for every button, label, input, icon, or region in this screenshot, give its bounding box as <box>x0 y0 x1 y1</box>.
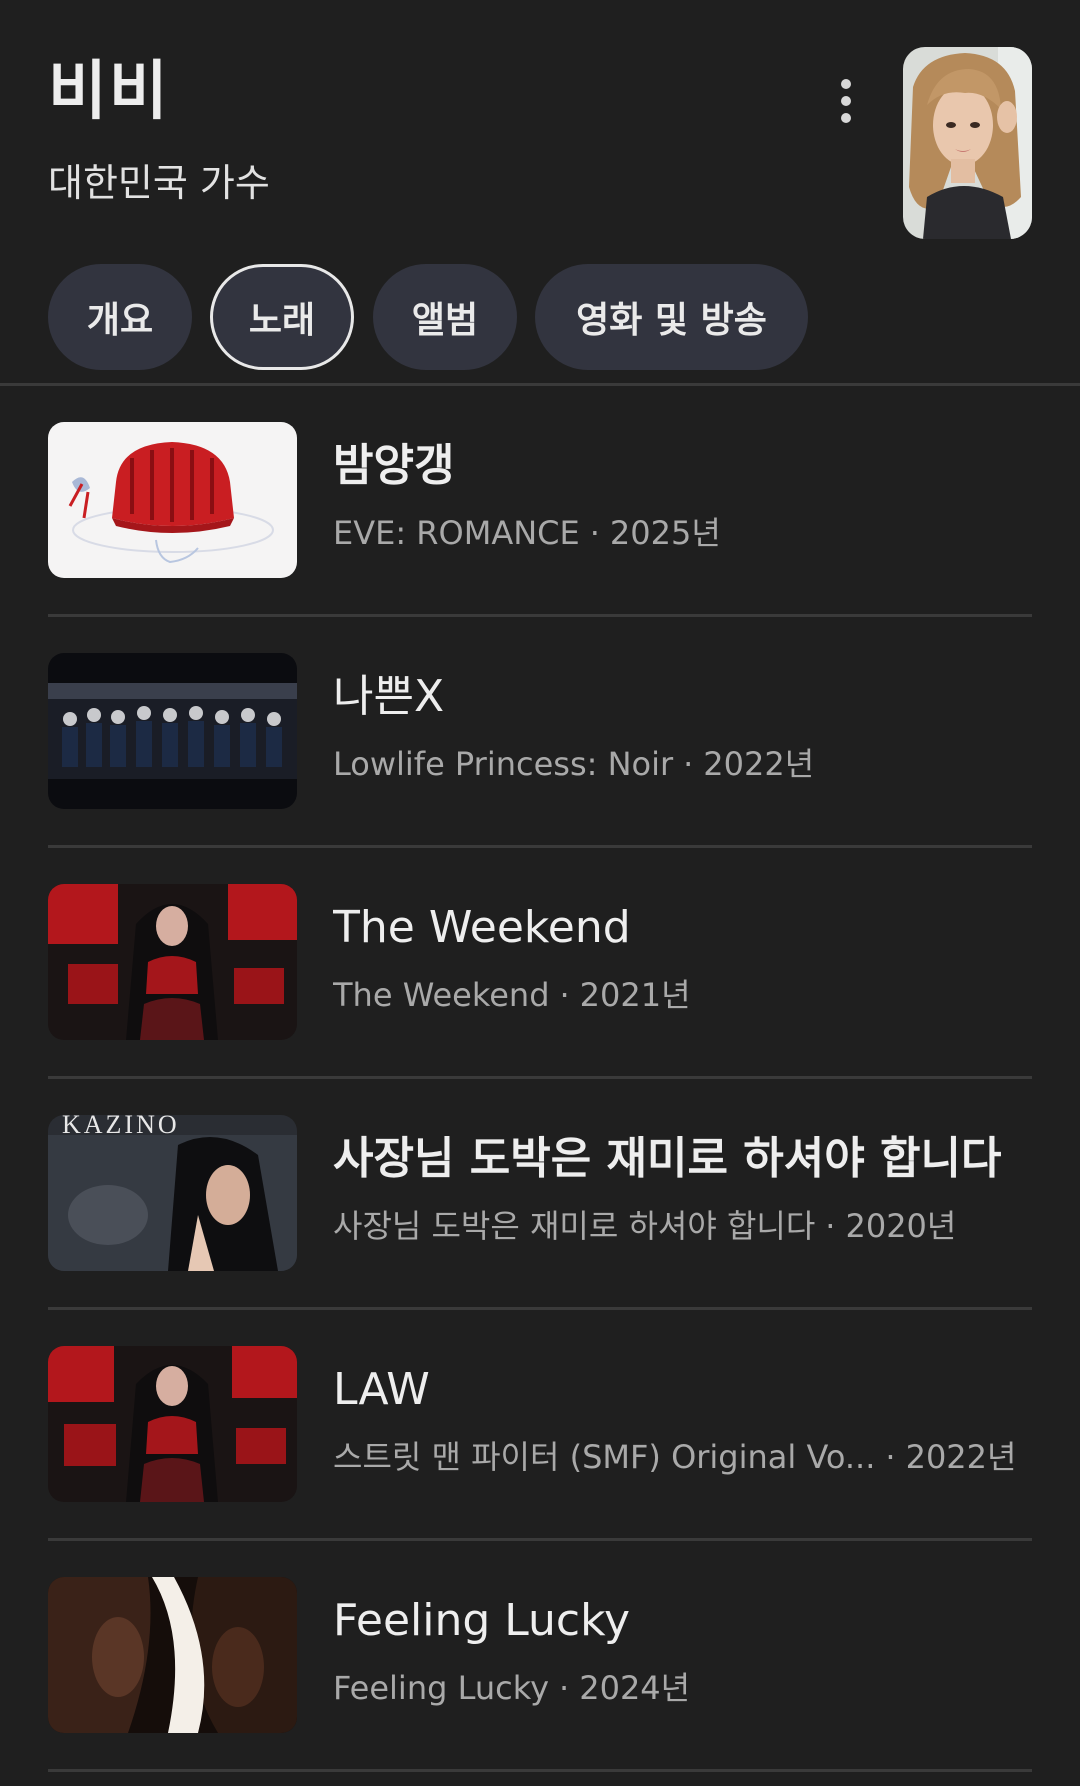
song-thumbnail: KAZINO <box>48 1115 297 1271</box>
song-thumbnail <box>48 884 297 1040</box>
tab-movies-tv[interactable]: 영화 및 방송 <box>535 264 808 370</box>
separator-dot: · <box>559 976 570 1014</box>
song-title: 나쁜X <box>333 671 445 722</box>
more-options-button[interactable] <box>826 72 866 132</box>
separator-dot: · <box>589 514 600 552</box>
song-year: 2020년 <box>845 1207 957 1245</box>
song-album: Feeling Lucky <box>333 1669 550 1707</box>
tab-albums[interactable]: 앨범 <box>373 264 517 370</box>
song-row[interactable]: 밤양갱 EVE: ROMANCE · 2025년 <box>0 386 1080 617</box>
artist-avatar[interactable] <box>903 47 1032 239</box>
song-row[interactable]: The Weekend The Weekend · 2021년 <box>0 848 1080 1079</box>
song-list: 밤양갱 EVE: ROMANCE · 2025년 나쁜X Lowlife Pri… <box>0 386 1080 1772</box>
song-year: 2022년 <box>703 745 815 783</box>
song-row[interactable]: LAW 스트릿 맨 파이터 (SMF) Original Vo... · 2022년 <box>0 1310 1080 1541</box>
song-row[interactable]: Feeling Lucky Feeling Lucky · 2024년 <box>0 1541 1080 1772</box>
song-title: The Weekend <box>333 902 631 953</box>
separator-dot: · <box>825 1207 836 1245</box>
song-subtitle: 스트릿 맨 파이터 (SMF) Original Vo... · 2022년 <box>333 1436 1016 1478</box>
more-vertical-icon <box>841 79 851 123</box>
song-year: 2021년 <box>579 976 691 1014</box>
song-thumbnail <box>48 653 297 809</box>
song-album: The Weekend <box>333 976 550 1014</box>
artist-description: 대한민국 가수 <box>48 161 270 205</box>
song-album: 스트릿 맨 파이터 (SMF) Original Vo... <box>333 1438 876 1476</box>
song-thumbnail <box>48 1577 297 1733</box>
separator-dot: · <box>885 1438 896 1476</box>
song-album: EVE: ROMANCE <box>333 514 580 552</box>
song-title: Feeling Lucky <box>333 1595 631 1646</box>
song-subtitle: The Weekend · 2021년 <box>333 974 691 1016</box>
song-year: 2025년 <box>609 514 721 552</box>
song-thumbnail <box>48 1346 297 1502</box>
song-subtitle: EVE: ROMANCE · 2025년 <box>333 512 721 554</box>
song-row[interactable]: 나쁜X Lowlife Princess: Noir · 2022년 <box>0 617 1080 848</box>
separator-dot: · <box>559 1669 570 1707</box>
row-divider <box>48 1769 1032 1772</box>
song-year: 2022년 <box>905 1438 1017 1476</box>
thumb-kazino-text: KAZINO <box>62 1115 180 1139</box>
artist-name: 비비 <box>48 55 170 129</box>
song-subtitle: Lowlife Princess: Noir · 2022년 <box>333 743 814 785</box>
artist-header: 비비 대한민국 가수 개요 노래 앨범 영화 및 방송 <box>0 0 1080 386</box>
separator-dot: · <box>683 745 694 783</box>
song-album: 사장님 도박은 재미로 하셔야 합니다 <box>333 1207 816 1245</box>
song-subtitle: Feeling Lucky · 2024년 <box>333 1667 690 1709</box>
tab-songs[interactable]: 노래 <box>210 264 354 370</box>
song-title: LAW <box>333 1364 430 1415</box>
tab-overview[interactable]: 개요 <box>48 264 192 370</box>
song-thumbnail <box>48 422 297 578</box>
song-subtitle: 사장님 도박은 재미로 하셔야 합니다 · 2020년 <box>333 1205 956 1247</box>
song-row[interactable]: KAZINO 사장님 도박은 재미로 하셔야 합니다 사장님 도박은 재미로 하… <box>0 1079 1080 1310</box>
song-title: 사장님 도박은 재미로 하셔야 합니다 <box>333 1133 1002 1184</box>
song-year: 2024년 <box>579 1669 691 1707</box>
song-title: 밤양갱 <box>333 440 455 491</box>
song-album: Lowlife Princess: Noir <box>333 745 674 783</box>
